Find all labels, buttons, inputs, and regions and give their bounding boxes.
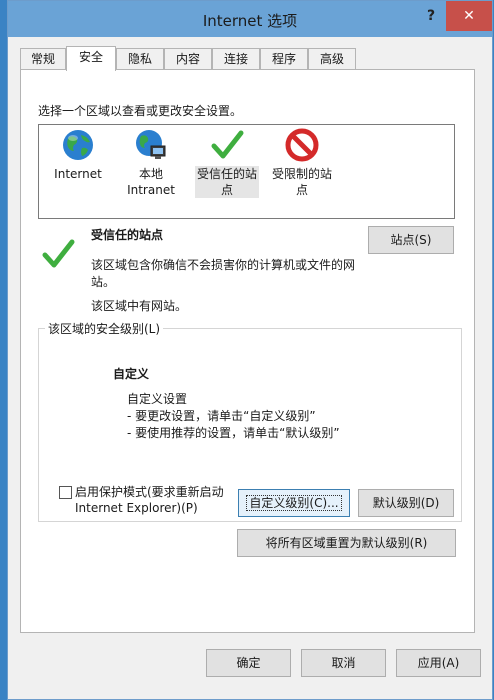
- security-level-name: 自定义: [113, 367, 150, 381]
- cancel-button[interactable]: 取消: [301, 649, 386, 677]
- close-button[interactable]: ✕: [446, 1, 492, 31]
- tab-security[interactable]: 安全: [66, 46, 116, 71]
- selected-zone-checkmark-icon: [42, 239, 75, 268]
- zone-restricted-label-2: 点: [295, 183, 308, 197]
- reset-all-zones-button[interactable]: 将所有区域重置为默认级别(R): [237, 529, 456, 557]
- tab-advanced[interactable]: 高级: [308, 48, 356, 69]
- custom-level-button-label: 自定义级别(C)...: [246, 495, 342, 511]
- tab-programs[interactable]: 程序: [260, 48, 308, 69]
- zone-list: Internet 本地 Intranet 受信任的站 点 受限制的站 点: [38, 124, 455, 219]
- restricted-icon: [285, 128, 319, 162]
- default-level-button[interactable]: 默认级别(D): [358, 489, 454, 517]
- zone-trusted-label-2: 点: [195, 182, 259, 198]
- zone-trusted-label-1: 受信任的站: [195, 166, 259, 182]
- zone-restricted-label-1: 受限制的站: [271, 167, 332, 181]
- green-checkmark-icon: [211, 130, 244, 159]
- sites-button[interactable]: 站点(S): [368, 226, 454, 254]
- globe-icon: [63, 130, 93, 160]
- ok-button[interactable]: 确定: [206, 649, 291, 677]
- zone-internet-label: Internet: [54, 167, 102, 181]
- selected-zone-sites-note: 该区域中有网站。: [91, 299, 188, 313]
- zone-restricted-sites[interactable]: 受限制的站 点: [269, 128, 335, 198]
- apply-button[interactable]: 应用(A): [396, 649, 481, 677]
- security-level-bullet-1: - 要更改设置，请单击“自定义级别”: [127, 409, 316, 423]
- security-level-desc: 自定义设置: [127, 392, 188, 406]
- protected-mode-label-1[interactable]: 启用保护模式(要求重新启动: [75, 483, 224, 500]
- title-bar[interactable]: Internet 选项 ? ✕: [8, 1, 492, 37]
- zone-trusted-sites[interactable]: 受信任的站 点: [195, 128, 259, 198]
- protected-mode-label-2[interactable]: Internet Explorer)(P): [75, 501, 198, 515]
- zone-local-intranet[interactable]: 本地 Intranet: [125, 128, 177, 198]
- zone-intranet-label-1: 本地: [138, 167, 163, 181]
- tab-general[interactable]: 常规: [20, 48, 66, 69]
- selected-zone-desc-2: 站。: [91, 275, 116, 289]
- custom-level-button[interactable]: 自定义级别(C)...: [238, 489, 350, 517]
- security-level-title: 该区域的安全级别(L): [45, 320, 164, 337]
- zone-internet[interactable]: Internet: [51, 128, 105, 182]
- security-level-group: 该区域的安全级别(L) 自定义 自定义设置 - 要更改设置，请单击“自定义级别”…: [38, 320, 462, 522]
- security-panel: 选择一个区域以查看或更改安全设置。 Internet 本地 Intranet 受…: [20, 69, 475, 633]
- zone-prompt: 选择一个区域以查看或更改安全设置。: [38, 104, 243, 118]
- selected-zone-desc-1: 该区域包含你确信不会损害你的计算机或文件的网: [91, 258, 356, 272]
- protected-mode-checkbox[interactable]: [59, 486, 72, 499]
- tab-privacy[interactable]: 隐私: [116, 48, 164, 69]
- tab-content[interactable]: 内容: [164, 48, 212, 69]
- help-button[interactable]: ?: [420, 1, 442, 31]
- security-level-bullet-2: - 要使用推荐的设置，请单击“默认级别”: [127, 426, 340, 440]
- internet-options-dialog: Internet 选项 ? ✕ 常规 安全 隐私 内容 连接 程序 高级 选择一…: [7, 0, 493, 700]
- zone-intranet-label-2: Intranet: [127, 183, 175, 197]
- selected-zone-name: 受信任的站点: [91, 228, 164, 242]
- tab-connections[interactable]: 连接: [212, 48, 260, 69]
- intranet-globe-icon: [136, 130, 166, 159]
